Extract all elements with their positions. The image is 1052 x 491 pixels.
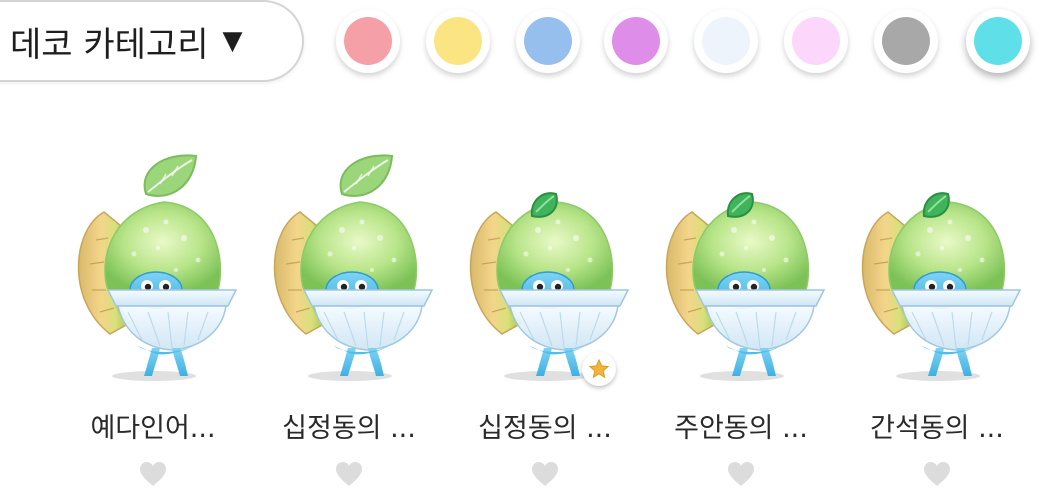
caret-down-icon: ▼ [222, 26, 243, 56]
swatch-color-dot [882, 17, 930, 65]
item-name-label: 주안동의 ... [674, 413, 808, 444]
item-name-label: 간석동의 ... [870, 413, 1004, 444]
heart-icon[interactable] [726, 460, 756, 488]
swatch-color-dot [974, 17, 1022, 65]
item-card[interactable]: 십정동의 ... [264, 150, 434, 490]
yellow-swatch[interactable] [426, 9, 490, 73]
item-card[interactable]: 십정동의 ... [460, 150, 630, 490]
shaved-ice-figure [77, 154, 238, 381]
leaf-icon [339, 154, 394, 197]
swatch-color-dot [612, 17, 660, 65]
heart-icon[interactable] [334, 460, 364, 488]
shaved-ice-figure [665, 192, 826, 381]
leaf-icon [143, 154, 198, 197]
cyan-swatch[interactable] [966, 9, 1030, 73]
light-pink-swatch[interactable] [784, 9, 848, 73]
swatch-color-dot [792, 17, 840, 65]
heart-icon[interactable] [138, 460, 168, 488]
swatch-color-dot [344, 17, 392, 65]
item-card[interactable]: 간석동의 ... [852, 150, 1022, 490]
favorite-star-badge [582, 352, 616, 386]
blue-swatch[interactable] [516, 9, 580, 73]
item-card[interactable]: 예다인어... [68, 150, 238, 490]
deco-picker-screen: 데코 카테고리 ▼ 예다인어... 십정동의 ... 십정동의 ... 주안동의… [0, 0, 1052, 491]
shaved-ice-figure [273, 154, 434, 381]
gray-swatch[interactable] [874, 9, 938, 73]
heart-icon[interactable] [922, 460, 952, 488]
item-name-label: 십정동의 ... [478, 413, 612, 444]
pink-swatch[interactable] [336, 9, 400, 73]
heart-icon[interactable] [530, 460, 560, 488]
white-swatch[interactable] [694, 9, 758, 73]
shaved-ice-figure [861, 192, 1022, 381]
category-dropdown-label: 데코 카테고리 [10, 24, 209, 65]
category-dropdown[interactable]: 데코 카테고리 ▼ [0, 0, 304, 82]
swatch-color-dot [702, 17, 750, 65]
swatch-color-dot [524, 17, 572, 65]
item-card[interactable]: 주안동의 ... [656, 150, 826, 490]
star-icon [588, 358, 610, 379]
purple-swatch[interactable] [604, 9, 668, 73]
item-name-label: 예다인어... [90, 413, 216, 444]
swatch-color-dot [434, 17, 482, 65]
item-name-label: 십정동의 ... [282, 413, 416, 444]
